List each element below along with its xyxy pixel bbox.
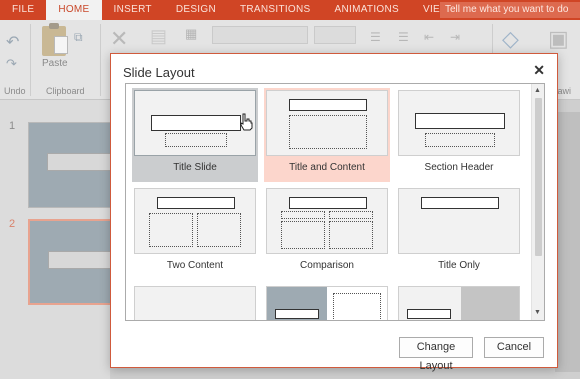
layout-gallery: Title Slide Title and Content Section He… <box>125 83 545 321</box>
scrollbar-thumb[interactable] <box>535 98 542 256</box>
layout-preview <box>134 188 256 254</box>
divider <box>100 24 101 96</box>
bullets-icon[interactable]: ☰ <box>370 30 381 44</box>
layout-preview <box>398 90 520 156</box>
tab-animations[interactable]: ANIMATIONS <box>323 0 411 20</box>
layout-preview <box>134 90 256 156</box>
title-placeholder <box>289 197 367 209</box>
slide-canvas-edge <box>555 112 580 372</box>
undo-icon[interactable]: ↶ <box>6 32 19 52</box>
heading-placeholder-left <box>281 211 325 219</box>
indent-icon[interactable]: ⇤ <box>424 30 434 44</box>
content-placeholder <box>289 115 367 149</box>
group-label-undo: Undo <box>4 86 26 96</box>
content-placeholder-left <box>281 221 325 249</box>
layout-label: Title and Content <box>289 162 365 173</box>
layout-preview <box>266 90 388 156</box>
outdent-icon[interactable]: ⇥ <box>450 30 460 44</box>
content-placeholder-right <box>197 213 241 247</box>
change-layout-button[interactable]: Change Layout <box>399 337 473 372</box>
tell-me-input[interactable]: Tell me what you want to do <box>440 2 580 18</box>
content-placeholder <box>333 293 381 320</box>
arrange-icon[interactable]: ▣ <box>548 26 569 52</box>
close-icon[interactable]: ✕ <box>533 62 545 79</box>
shapes-icon[interactable]: ◇ <box>502 26 519 52</box>
group-label-clipboard: Clipboard <box>46 86 85 96</box>
scroll-down-icon[interactable]: ▼ <box>534 309 541 316</box>
content-placeholder-right <box>329 221 373 249</box>
ribbon-tab-bar: FILE HOME INSERT DESIGN TRANSITIONS ANIM… <box>0 0 580 20</box>
numbering-icon[interactable]: ☰ <box>398 30 409 44</box>
hand-cursor-icon <box>240 113 253 131</box>
layout-picture-with-caption[interactable] <box>396 284 522 320</box>
layout-content-with-caption[interactable] <box>264 284 390 320</box>
delete-icon[interactable]: ✕ <box>110 26 128 52</box>
redo-icon[interactable]: ↷ <box>6 56 17 72</box>
layout-preview <box>398 286 520 320</box>
layout-label: Two Content <box>166 260 224 271</box>
slide-thumbnail-selected[interactable] <box>28 219 114 305</box>
scroll-up-icon[interactable]: ▲ <box>534 87 541 94</box>
tab-design[interactable]: DESIGN <box>164 0 228 20</box>
new-slide-icon[interactable]: ▤ <box>150 26 167 47</box>
tab-home[interactable]: HOME <box>46 0 102 20</box>
layout-two-content[interactable]: Two Content <box>132 186 258 280</box>
font-size-select[interactable] <box>314 26 356 44</box>
heading-placeholder-right <box>329 211 373 219</box>
cancel-button[interactable]: Cancel <box>484 337 544 358</box>
layout-title-slide[interactable]: Title Slide <box>132 88 258 182</box>
slide-thumbnail-title <box>47 153 113 171</box>
layout-label: Title Only <box>438 260 480 271</box>
subtitle-placeholder <box>165 133 227 147</box>
font-family-select[interactable] <box>212 26 308 44</box>
layout-title-and-content[interactable]: Title and Content <box>264 88 390 182</box>
tab-transitions[interactable]: TRANSITIONS <box>228 0 323 20</box>
layout-label: Section Header <box>424 162 494 173</box>
layout-icon[interactable]: ▦ <box>185 26 197 42</box>
title-placeholder <box>275 309 319 319</box>
layout-comparison[interactable]: Comparison <box>264 186 390 280</box>
slides-panel: 1 2 <box>0 100 114 379</box>
title-placeholder <box>415 113 505 129</box>
layout-section-header[interactable]: Section Header <box>396 88 522 182</box>
title-placeholder <box>289 99 367 111</box>
text-placeholder <box>425 133 495 147</box>
layout-blank[interactable] <box>132 284 258 320</box>
layout-label: Comparison <box>300 260 354 271</box>
tab-insert[interactable]: INSERT <box>102 0 164 20</box>
layout-preview <box>134 286 256 320</box>
tab-file[interactable]: FILE <box>0 0 46 20</box>
title-placeholder <box>157 197 235 209</box>
layout-label: Title Slide <box>173 162 217 173</box>
slide-layout-dialog: Slide Layout ✕ Title Slide Title and Con… <box>110 53 558 372</box>
copy-icon[interactable]: ⧉ <box>74 30 83 45</box>
gallery-scrollbar[interactable]: ▲ ▼ <box>531 84 544 320</box>
content-placeholder-left <box>149 213 193 247</box>
layout-preview <box>266 188 388 254</box>
slide-number: 1 <box>9 120 16 132</box>
title-placeholder <box>151 115 241 131</box>
slide-number: 2 <box>9 218 16 230</box>
slide-thumbnail[interactable] <box>28 122 113 208</box>
title-placeholder <box>407 309 451 319</box>
picture-placeholder <box>461 287 519 320</box>
layout-preview <box>398 188 520 254</box>
layout-preview <box>266 286 388 320</box>
title-placeholder <box>421 197 499 209</box>
slide-thumbnail-title <box>48 251 114 269</box>
layout-title-only[interactable]: Title Only <box>396 186 522 280</box>
paste-button-label[interactable]: Paste <box>42 58 68 69</box>
dialog-title: Slide Layout <box>123 65 195 80</box>
divider <box>30 24 31 96</box>
